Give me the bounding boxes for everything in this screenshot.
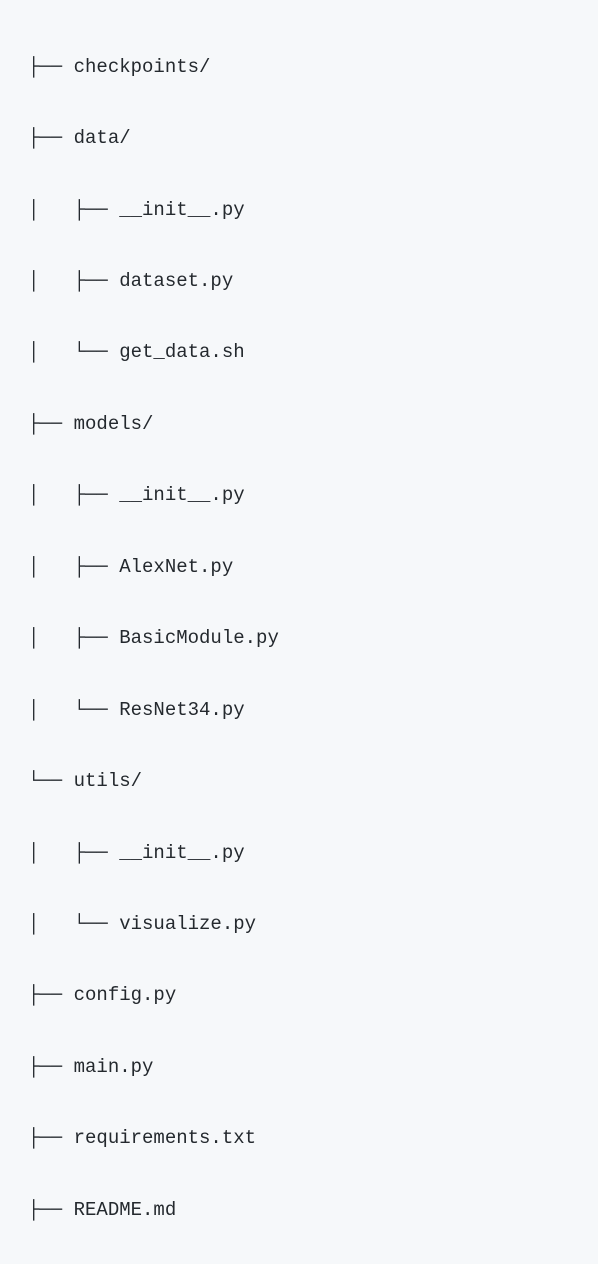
tree-line: ├── config.py — [28, 978, 590, 1014]
tree-line: │ ├── __init__.py — [28, 836, 590, 872]
tree-line: │ └── visualize.py — [28, 907, 590, 943]
tree-line: ├── README.md — [28, 1193, 590, 1229]
tree-line: ├── requirements.txt — [28, 1121, 590, 1157]
tree-line: ├── data/ — [28, 121, 590, 157]
tree-line: │ └── ResNet34.py — [28, 693, 590, 729]
tree-line: │ ├── __init__.py — [28, 193, 590, 229]
directory-tree: ├── checkpoints/ ├── data/ │ ├── __init_… — [28, 14, 590, 1264]
tree-line: └── utils/ — [28, 764, 590, 800]
tree-line: ├── main.py — [28, 1050, 590, 1086]
tree-line: │ ├── dataset.py — [28, 264, 590, 300]
tree-line: │ ├── BasicModule.py — [28, 621, 590, 657]
tree-line: ├── models/ — [28, 407, 590, 443]
tree-line: │ └── get_data.sh — [28, 335, 590, 371]
tree-line: │ ├── __init__.py — [28, 478, 590, 514]
tree-line: ├── checkpoints/ — [28, 50, 590, 86]
tree-line: │ ├── AlexNet.py — [28, 550, 590, 586]
